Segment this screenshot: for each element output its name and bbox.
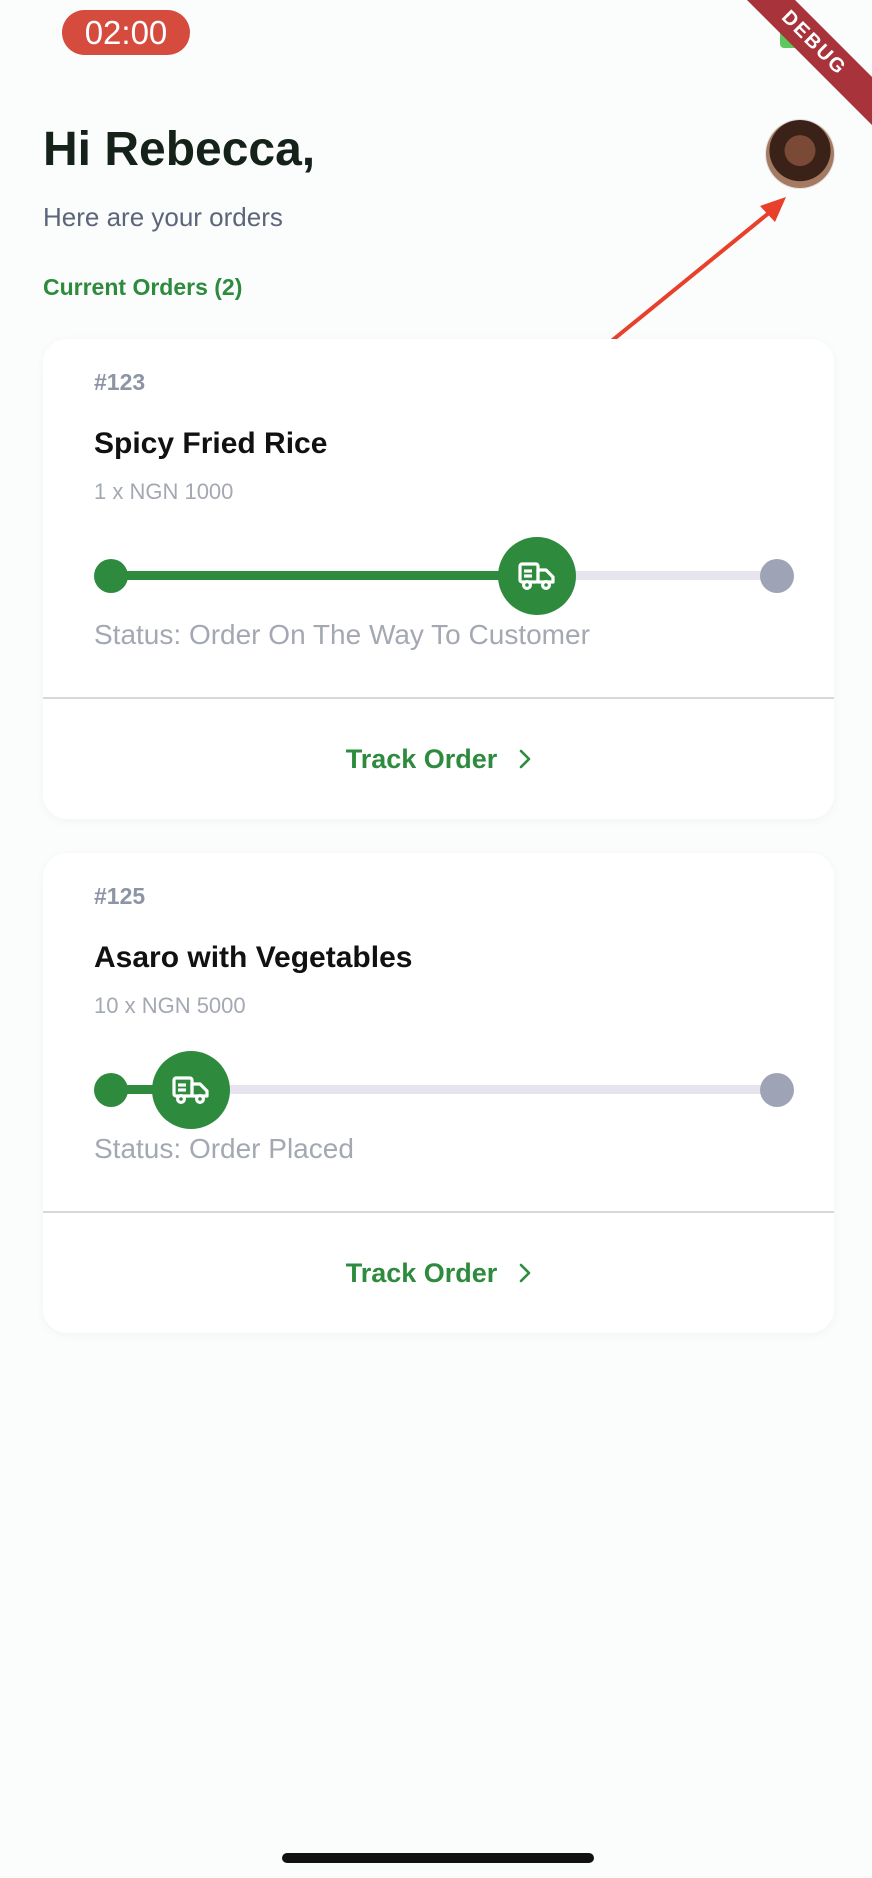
order-quantity-price: 1 x NGN 1000	[94, 479, 234, 504]
track-order-label: Track Order	[345, 1257, 498, 1288]
order-quantity-price: 10 x NGN 5000	[94, 993, 246, 1018]
track-order-label: Track Order	[345, 743, 498, 774]
order-status: Status: Order Placed	[94, 1133, 354, 1164]
order-item-name: Spicy Fried Rice	[94, 427, 328, 460]
chevron-right-icon	[519, 1263, 531, 1283]
greeting-subtitle: Here are your orders	[43, 202, 283, 232]
delivery-truck-icon	[151, 1051, 230, 1129]
track-order-button[interactable]: Track Order	[43, 699, 834, 819]
order-id: #123	[94, 369, 146, 395]
order-id: #125	[94, 883, 146, 909]
current-orders-label: Current Orders (2)	[43, 274, 243, 300]
order-progress-track	[94, 536, 794, 616]
progress-start-dot	[94, 1073, 128, 1107]
chevron-right-icon	[519, 749, 531, 769]
profile-avatar[interactable]	[766, 120, 834, 188]
progress-end-dot	[760, 559, 794, 593]
order-status: Status: Order On The Way To Customer	[94, 619, 590, 650]
track-order-button[interactable]: Track Order	[43, 1213, 834, 1333]
status-bar: 02:00	[0, 0, 872, 70]
progress-fill	[112, 571, 538, 580]
time-pill: 02:00	[62, 10, 190, 55]
home-indicator	[282, 1853, 594, 1863]
order-card: #125 Asaro with Vegetables 10 x NGN 5000…	[43, 853, 834, 1333]
order-progress-track	[94, 1050, 794, 1130]
delivery-truck-icon	[498, 537, 577, 615]
progress-start-dot	[94, 559, 128, 593]
order-item-name: Asaro with Vegetables	[94, 941, 413, 974]
progress-end-dot	[760, 1073, 794, 1107]
greeting-title: Hi Rebecca,	[43, 123, 316, 176]
order-card: #123 Spicy Fried Rice 1 x NGN 1000 Statu…	[43, 339, 834, 819]
